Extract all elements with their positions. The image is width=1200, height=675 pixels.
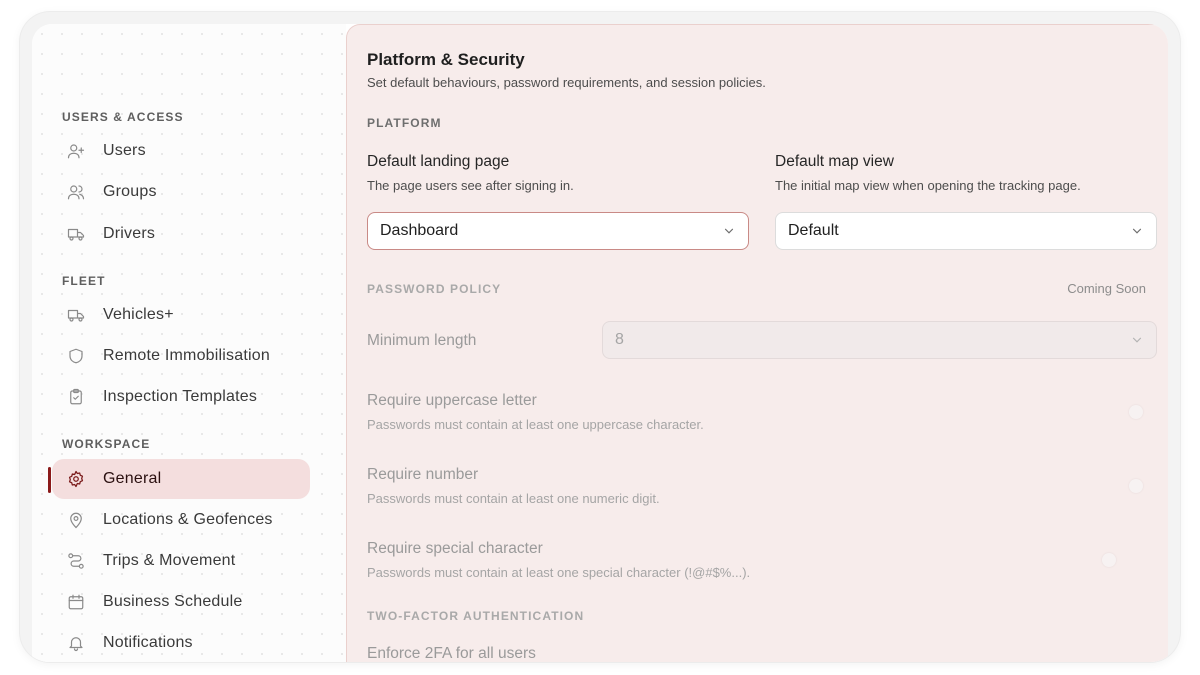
- sidebar-item-label: Users: [103, 142, 146, 159]
- coming-soon-badge: Coming Soon: [1067, 281, 1146, 296]
- sidebar-item-label: Inspection Templates: [103, 388, 258, 405]
- chevron-down-icon: [724, 228, 734, 234]
- clipboard-check-icon: [66, 387, 86, 407]
- sidebar-item-users[interactable]: Users: [52, 131, 310, 171]
- sidebar-item-label: Trips & Movement: [103, 552, 236, 569]
- gear-icon: [66, 469, 86, 489]
- sidebar-item-label: Drivers: [103, 225, 156, 242]
- section-label-two-factor: TWO-FACTOR AUTHENTICATION: [367, 609, 585, 623]
- require-special-help: Passwords must contain at least one spec…: [367, 565, 751, 580]
- require-number-help: Passwords must contain at least one nume…: [367, 491, 660, 506]
- map-view-label: Default map view: [775, 153, 894, 170]
- user-plus-icon: [66, 141, 86, 161]
- landing-page-label: Default landing page: [367, 153, 510, 170]
- landing-page-help: The page users see after signing in.: [367, 178, 574, 193]
- chevron-down-icon: [1132, 228, 1142, 234]
- sidebar-item-label: Vehicles+: [103, 306, 174, 323]
- page-subtitle: Set default behaviours, password require…: [367, 75, 766, 90]
- app-content: USERS & ACCESS Users Groups Drivers FLEE…: [32, 24, 1168, 662]
- sidebar-item-remote-immobilisation[interactable]: Remote Immobilisation: [52, 336, 310, 376]
- map-view-value: Default: [788, 222, 839, 239]
- sidebar-item-notifications[interactable]: Notifications: [52, 623, 310, 662]
- settings-panel: Platform & Security Set default behaviou…: [346, 24, 1168, 662]
- section-label-fleet: FLEET: [62, 274, 106, 288]
- require-number-toggle[interactable]: [1117, 479, 1143, 493]
- section-label-users-access: USERS & ACCESS: [62, 110, 184, 124]
- sidebar-item-label: Remote Immobilisation: [103, 347, 270, 364]
- calendar-icon: [66, 592, 86, 612]
- section-label-workspace: WORKSPACE: [62, 437, 151, 451]
- section-label-password-policy: PASSWORD POLICY: [367, 282, 502, 296]
- sidebar-item-label: Business Schedule: [103, 593, 243, 610]
- sidebar-item-drivers[interactable]: Drivers: [52, 214, 310, 254]
- settings-sidebar: USERS & ACCESS Users Groups Drivers FLEE…: [32, 24, 346, 662]
- sidebar-item-inspection-templates[interactable]: Inspection Templates: [52, 377, 310, 417]
- app-window: USERS & ACCESS Users Groups Drivers FLEE…: [20, 12, 1180, 662]
- landing-page-select[interactable]: Dashboard: [367, 212, 749, 250]
- shield-icon: [66, 346, 86, 366]
- bell-icon: [66, 633, 86, 653]
- sidebar-item-locations-geofences[interactable]: Locations & Geofences: [52, 500, 310, 540]
- enforce-2fa-label: Enforce 2FA for all users: [367, 645, 536, 662]
- landing-page-value: Dashboard: [380, 222, 459, 239]
- sidebar-item-label: Groups: [103, 183, 157, 200]
- require-special-toggle[interactable]: [1102, 553, 1128, 567]
- users-icon: [66, 182, 86, 202]
- sidebar-item-label: Notifications: [103, 634, 193, 651]
- route-icon: [66, 551, 86, 571]
- map-view-select[interactable]: Default: [775, 212, 1157, 250]
- page-title: Platform & Security: [367, 50, 525, 69]
- toggle-knob: [1129, 479, 1143, 493]
- require-uppercase-toggle[interactable]: [1117, 405, 1143, 419]
- sidebar-item-label: General: [103, 470, 162, 487]
- sidebar-item-label: Locations & Geofences: [103, 511, 273, 528]
- map-view-help: The initial map view when opening the tr…: [775, 178, 1081, 193]
- chevron-down-icon: [1132, 337, 1142, 343]
- min-length-select[interactable]: 8: [602, 321, 1157, 359]
- min-length-label: Minimum length: [367, 332, 477, 349]
- sidebar-item-vehicles[interactable]: Vehicles+: [52, 295, 310, 335]
- sidebar-item-business-schedule[interactable]: Business Schedule: [52, 582, 310, 622]
- require-special-label: Require special character: [367, 540, 543, 557]
- sidebar-item-general[interactable]: General: [52, 459, 310, 499]
- toggle-knob: [1129, 405, 1143, 419]
- map-pin-icon: [66, 510, 86, 530]
- require-uppercase-help: Passwords must contain at least one uppe…: [367, 417, 704, 432]
- section-label-platform: PLATFORM: [367, 116, 442, 130]
- sidebar-item-groups[interactable]: Groups: [52, 172, 310, 212]
- require-number-label: Require number: [367, 466, 479, 483]
- truck-icon: [66, 305, 86, 325]
- require-uppercase-label: Require uppercase letter: [367, 392, 537, 409]
- sidebar-item-trips-movement[interactable]: Trips & Movement: [52, 541, 310, 581]
- active-indicator: [48, 467, 51, 493]
- min-length-value: 8: [615, 331, 624, 348]
- truck-icon: [66, 224, 86, 244]
- toggle-knob: [1102, 553, 1116, 567]
